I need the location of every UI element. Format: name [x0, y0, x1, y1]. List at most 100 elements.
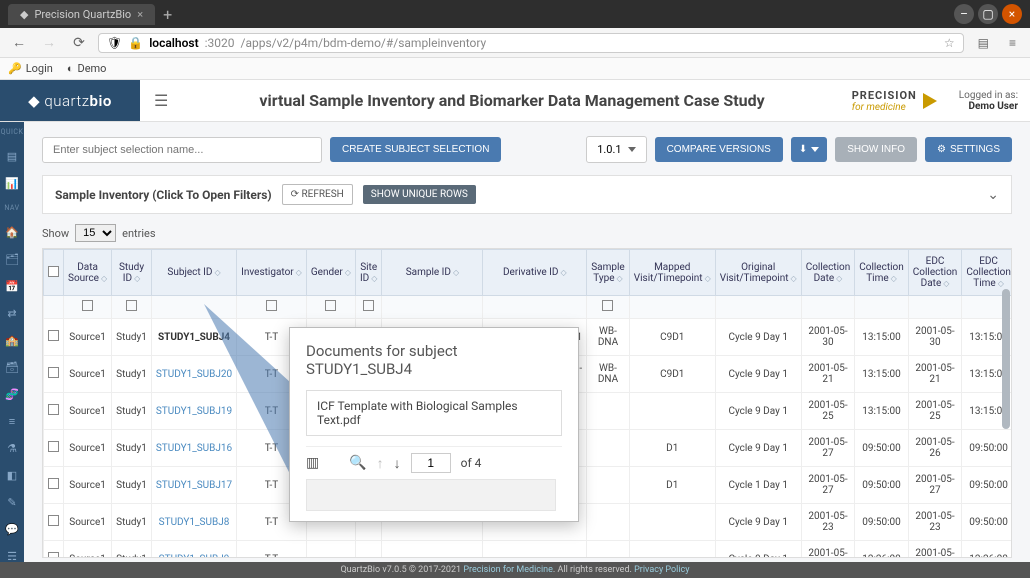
select-all-checkbox[interactable]	[48, 266, 59, 277]
filter-cell[interactable]	[715, 296, 801, 319]
app-logo[interactable]: ◆ quartzbio	[0, 80, 140, 121]
popup-page-input[interactable]	[411, 453, 451, 473]
col-header[interactable]: Derivative ID◇	[483, 250, 587, 296]
window-close-icon[interactable]: ×	[1002, 4, 1022, 24]
settings-button[interactable]: ⚙SETTINGS	[925, 137, 1012, 162]
sidebar-icon-9[interactable]: ≡	[9, 415, 15, 428]
popup-sidebar-icon[interactable]: ▥	[306, 455, 319, 471]
popup-prev-page-icon[interactable]: ↑	[377, 455, 384, 472]
footer: QuartzBio v7.0.5 © 2017-2021 Precision f…	[0, 562, 1030, 578]
sidebar-head-quick: QUICK	[1, 128, 24, 136]
filter-cell[interactable]	[382, 296, 483, 319]
sidebar-icon-8[interactable]: 🧬	[5, 388, 19, 401]
filter-cell[interactable]	[64, 296, 112, 319]
bookmark-demo[interactable]: ◐Demo	[67, 62, 107, 75]
filter-cell[interactable]	[587, 296, 630, 319]
show-unique-button[interactable]: SHOW UNIQUE ROWS	[363, 185, 476, 204]
window-maximize-icon[interactable]: ▢	[978, 4, 998, 24]
bookmark-login[interactable]: 🔑Login	[8, 62, 53, 75]
popup-preview	[306, 479, 556, 511]
sidebar-icon-6[interactable]: 🏫	[5, 334, 19, 347]
scrollbar-thumb[interactable]	[1002, 289, 1010, 429]
url-host: localhost	[149, 36, 198, 50]
menu-icon[interactable]: ≡	[1003, 36, 1022, 50]
panel-expand-icon[interactable]: ⌄	[987, 187, 999, 203]
popup-filename[interactable]: ICF Template with Biological Samples Tex…	[306, 390, 562, 436]
documents-popup: Documents for subject STUDY1_SUBJ4 ICF T…	[289, 327, 579, 522]
filter-cell[interactable]	[483, 296, 587, 319]
row-checkbox[interactable]	[48, 552, 59, 558]
col-header[interactable]: Collection Time◇	[855, 250, 909, 296]
entries-select[interactable]: 15	[75, 224, 116, 242]
col-header[interactable]: Subject ID◇	[151, 250, 236, 296]
sidebar: QUICK ▤ 📊 NAV 🏠 🗂 📅 ⇄ 🏫 🗃 🧬 ≡ ⚗ ◧ ✎ 💬 ☴	[0, 122, 24, 562]
sidebar-icon-7[interactable]: 🗃	[5, 361, 19, 374]
col-header[interactable]: Mapped Visit/Timepoint◇	[629, 250, 715, 296]
footer-privacy-link[interactable]: Privacy Policy	[634, 565, 689, 575]
window-minimize-icon[interactable]: –	[954, 4, 974, 24]
col-header[interactable]: Investigator◇	[237, 250, 307, 296]
col-header[interactable]: Collection Date◇	[801, 250, 855, 296]
sidebar-icon-home[interactable]: 🏠	[5, 226, 19, 239]
panel-title[interactable]: Sample Inventory (Click To Open Filters)	[55, 188, 272, 202]
circle-icon: ◐	[67, 62, 74, 75]
show-info-button[interactable]: SHOW INFO	[835, 137, 917, 162]
url-path: /apps/v2/p4m/bdm-demo/#/sampleinventory	[241, 36, 487, 50]
filter-cell[interactable]	[355, 296, 381, 319]
address-bar[interactable]: 🛡 🔒 localhost:3020/apps/v2/p4m/bdm-demo/…	[98, 33, 964, 53]
show-label: Show	[42, 227, 69, 240]
filter-cell[interactable]	[855, 296, 909, 319]
subject-selection-input[interactable]	[42, 137, 322, 163]
forward-button[interactable]: →	[38, 32, 60, 54]
caret-down-icon	[628, 147, 636, 152]
sidebar-icon-11[interactable]: ◧	[7, 469, 17, 482]
col-header[interactable]	[44, 250, 64, 296]
tab-close-icon[interactable]: ×	[137, 8, 143, 21]
col-header[interactable]: Sample ID◇	[382, 250, 483, 296]
version-dropdown[interactable]: 1.0.1	[586, 136, 646, 163]
col-header[interactable]: Site ID◇	[355, 250, 381, 296]
sidebar-icon-1[interactable]: 📊	[5, 177, 19, 190]
sidebar-icon-3[interactable]: 🗂	[5, 253, 19, 266]
filter-cell[interactable]	[112, 296, 152, 319]
sidebar-icon-0[interactable]: ▤	[7, 150, 17, 163]
create-selection-button[interactable]: CREATE SUBJECT SELECTION	[330, 137, 501, 162]
row-checkbox[interactable]	[48, 441, 59, 452]
new-tab-button[interactable]: +	[163, 5, 172, 24]
row-checkbox[interactable]	[48, 478, 59, 489]
popup-search-icon[interactable]: 🔍	[349, 455, 366, 471]
sidebar-toggle-icon[interactable]: ☰	[140, 91, 182, 110]
sidebar-icon-12[interactable]: ✎	[7, 496, 16, 509]
sidebar-icon-calendar[interactable]: 📅	[5, 280, 19, 293]
download-button[interactable]: ⬇	[791, 137, 827, 162]
table-row[interactable]: Source1Study1STUDY1_SUBJ9T-TCycle 9 Day …	[44, 541, 1013, 559]
reload-button[interactable]: ⟳	[68, 32, 90, 54]
back-button[interactable]: ←	[8, 32, 30, 54]
refresh-button[interactable]: ⟳ REFRESH	[282, 184, 353, 205]
filter-cell[interactable]	[908, 296, 962, 319]
filter-cell[interactable]	[801, 296, 855, 319]
filter-cell[interactable]	[44, 296, 64, 319]
footer-pfm-link[interactable]: Precision for Medicine	[463, 565, 553, 575]
sidebar-icon-14[interactable]: ☴	[7, 550, 17, 563]
browser-tab[interactable]: ◆ Precision QuartzBio ×	[8, 4, 155, 25]
sidebar-icon-10[interactable]: ⚗	[7, 442, 17, 455]
col-header[interactable]: Study ID◇	[112, 250, 152, 296]
popup-next-page-icon[interactable]: ↓	[394, 455, 401, 472]
row-checkbox[interactable]	[48, 367, 59, 378]
col-header[interactable]: EDC Collection Date◇	[908, 250, 962, 296]
bookmark-star-icon[interactable]: ☆	[944, 36, 955, 50]
extensions-icon[interactable]: ▤	[972, 36, 995, 50]
col-header[interactable]: Gender◇	[306, 250, 355, 296]
col-header[interactable]: Sample Type◇	[587, 250, 630, 296]
gear-icon: ⚙	[937, 144, 946, 155]
col-header[interactable]: Data Source◇	[64, 250, 112, 296]
sidebar-icon-5[interactable]: ⇄	[7, 307, 16, 320]
row-checkbox[interactable]	[48, 404, 59, 415]
filter-cell[interactable]	[629, 296, 715, 319]
sidebar-icon-13[interactable]: 💬	[5, 523, 19, 536]
col-header[interactable]: Original Visit/Timepoint◇	[715, 250, 801, 296]
compare-versions-button[interactable]: COMPARE VERSIONS	[655, 137, 783, 162]
row-checkbox[interactable]	[48, 515, 59, 526]
row-checkbox[interactable]	[48, 330, 59, 341]
